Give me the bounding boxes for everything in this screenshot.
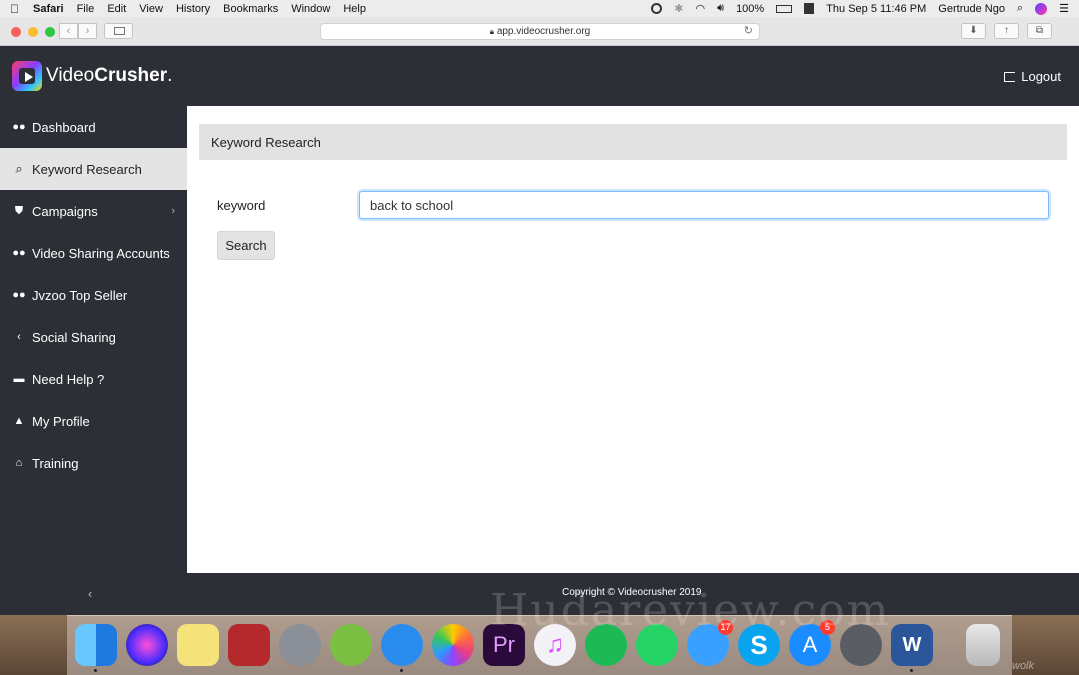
creative-cloud-icon[interactable] bbox=[651, 3, 663, 14]
sidebar-item-label: Dashboard bbox=[32, 119, 96, 135]
running-dot bbox=[94, 669, 97, 672]
zoom-window-icon[interactable] bbox=[45, 27, 55, 37]
reload-icon[interactable]: ↻ bbox=[744, 24, 753, 39]
menu-history[interactable]: History bbox=[176, 3, 210, 15]
chrome-canary-icon[interactable] bbox=[330, 624, 372, 666]
battery-icon[interactable] bbox=[776, 4, 793, 13]
sidebar-nav: ●● Dashboard ⌕ Keyword Research ⛊ Campai… bbox=[0, 106, 187, 573]
users-icon: ●● bbox=[12, 289, 26, 301]
minimize-window-icon[interactable] bbox=[28, 27, 38, 37]
comment-icon: ▬ bbox=[13, 373, 25, 385]
app-header: VideoCrusher. Logout bbox=[0, 46, 1079, 106]
sidebar-item-label: Social Sharing bbox=[32, 329, 116, 345]
user-name[interactable]: Gertrude Ngo bbox=[938, 3, 1005, 15]
logout-button[interactable]: Logout bbox=[1004, 69, 1061, 84]
collapse-sidebar-icon[interactable]: ‹ bbox=[88, 586, 92, 601]
logo-play-icon bbox=[12, 61, 42, 91]
back-button[interactable]: ‹ bbox=[59, 23, 78, 39]
spotlight-icon[interactable]: ⌕ bbox=[1017, 2, 1023, 15]
menu-view[interactable]: View bbox=[139, 3, 163, 15]
safari-toolbar: ‹ › 🔒︎ app.videocrusher.org ↻ ⬇ ↑ ⧉ + bbox=[0, 17, 1079, 63]
shield-icon: ⛊ bbox=[14, 204, 24, 217]
sidebar-item-label: My Profile bbox=[32, 413, 90, 429]
siri-icon[interactable] bbox=[1035, 2, 1048, 15]
bluetooth-icon[interactable]: ✱ bbox=[674, 2, 683, 15]
corner-text: wolk bbox=[1012, 660, 1035, 672]
photos-icon[interactable] bbox=[432, 624, 474, 666]
word-icon[interactable]: W bbox=[891, 624, 933, 672]
sidebar-item-label: Keyword Research bbox=[32, 161, 142, 177]
volume-icon[interactable]: 🔊︎ bbox=[717, 2, 724, 15]
downloads-button[interactable]: ⬇ bbox=[961, 23, 986, 39]
running-dot bbox=[910, 669, 913, 672]
logo-text: VideoCrusher. bbox=[46, 65, 173, 86]
menu-file[interactable]: File bbox=[77, 3, 95, 15]
watermark-text: Hudareview.com bbox=[490, 585, 891, 636]
url-text: app.videocrusher.org bbox=[496, 26, 591, 37]
sidebar-item-label: Need Help ? bbox=[32, 371, 105, 387]
calendar-icon[interactable] bbox=[804, 3, 815, 14]
menu-help[interactable]: Help bbox=[343, 3, 366, 15]
sidebar-item-video-sharing-accounts[interactable]: ●● Video Sharing Accounts bbox=[0, 232, 187, 274]
logout-icon bbox=[1004, 71, 1016, 82]
macos-menubar:  Safari File Edit View History Bookmark… bbox=[0, 0, 1079, 17]
sidebar-item-label: Training bbox=[32, 455, 79, 471]
logout-label: Logout bbox=[1021, 69, 1061, 84]
launchpad-icon[interactable] bbox=[279, 624, 321, 666]
menu-window[interactable]: Window bbox=[291, 3, 330, 15]
share-button[interactable]: ↑ bbox=[994, 23, 1019, 39]
user-icon: ▲ bbox=[13, 415, 25, 427]
sidebar-item-my-profile[interactable]: ▲ My Profile bbox=[0, 400, 187, 442]
sidebar-item-campaigns[interactable]: ⛊ Campaigns › bbox=[0, 190, 187, 232]
videocrusher-logo[interactable]: VideoCrusher. bbox=[12, 61, 172, 91]
sidebar-item-label: Campaigns bbox=[32, 203, 98, 219]
sidebar-item-jvzoo-top-seller[interactable]: ●● Jvzoo Top Seller bbox=[0, 274, 187, 316]
sidebar-item-label: Jvzoo Top Seller bbox=[32, 287, 128, 303]
trash-icon[interactable] bbox=[966, 624, 1000, 666]
sidebar-icon bbox=[114, 27, 125, 35]
sidebar-item-dashboard[interactable]: ●● Dashboard bbox=[0, 106, 187, 148]
address-bar[interactable]: 🔒︎ app.videocrusher.org ↻ bbox=[320, 23, 760, 40]
battery-percent[interactable]: 100% bbox=[736, 3, 764, 15]
menu-bookmarks[interactable]: Bookmarks bbox=[223, 3, 278, 15]
menu-app-name[interactable]: Safari bbox=[33, 3, 64, 15]
keyword-input[interactable] bbox=[359, 191, 1049, 219]
sidebar-item-need-help[interactable]: ▬ Need Help ? bbox=[0, 358, 187, 400]
close-window-icon[interactable] bbox=[11, 27, 21, 37]
share-icon: ‹ bbox=[17, 331, 21, 343]
apple-icon[interactable]:  bbox=[10, 2, 19, 16]
datetime[interactable]: Thu Sep 5 11:46 PM bbox=[826, 3, 926, 15]
photo-booth-icon[interactable] bbox=[228, 624, 270, 666]
search-button[interactable]: Search bbox=[217, 231, 275, 260]
running-dot bbox=[400, 669, 403, 672]
chevron-right-icon: › bbox=[171, 205, 175, 217]
lock-icon: 🔒︎ bbox=[489, 27, 495, 36]
bank-icon: ⌂ bbox=[15, 457, 23, 469]
sidebar-item-keyword-research[interactable]: ⌕ Keyword Research bbox=[0, 148, 187, 190]
sidebar-item-label: Video Sharing Accounts bbox=[32, 245, 170, 261]
sidebar-item-training[interactable]: ⌂ Training bbox=[0, 442, 187, 484]
wifi-icon[interactable]: ◠ bbox=[696, 2, 706, 15]
siri-dock-icon[interactable] bbox=[126, 624, 168, 666]
safari-dock-icon[interactable] bbox=[381, 624, 423, 672]
notification-center-icon[interactable]: ☰ bbox=[1059, 2, 1069, 15]
stickies-icon[interactable] bbox=[177, 624, 219, 666]
menu-edit[interactable]: Edit bbox=[107, 3, 126, 15]
forward-button[interactable]: › bbox=[78, 23, 97, 39]
sidebar-item-social-sharing[interactable]: ‹ Social Sharing bbox=[0, 316, 187, 358]
search-icon: ⌕ bbox=[15, 161, 23, 176]
finder-icon[interactable] bbox=[75, 624, 117, 672]
tabs-overview-button[interactable]: ⧉ bbox=[1027, 23, 1052, 39]
sidebar-toggle-button[interactable] bbox=[104, 23, 133, 39]
main-content: Keyword Research keyword Search bbox=[187, 106, 1079, 573]
keyword-label: keyword bbox=[217, 198, 266, 213]
panel-title: Keyword Research bbox=[199, 124, 1067, 160]
window-controls bbox=[11, 27, 55, 37]
users-icon: ●● bbox=[12, 121, 26, 133]
users-icon: ●● bbox=[12, 247, 26, 259]
